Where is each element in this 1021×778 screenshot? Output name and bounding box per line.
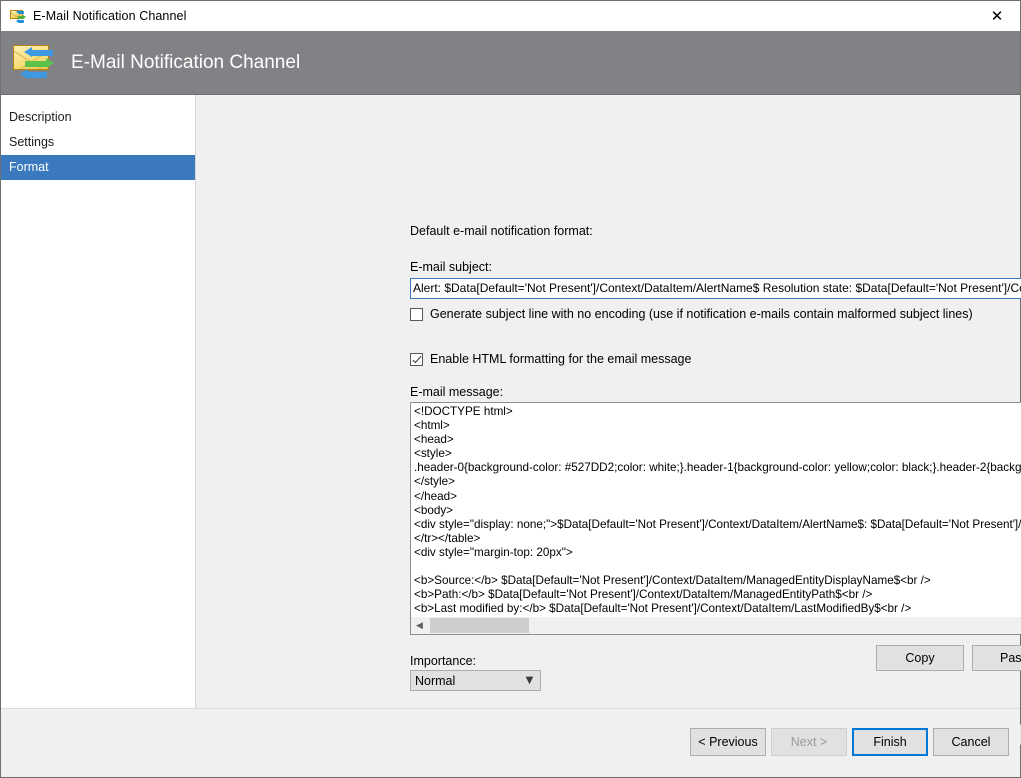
next-button: Next > [771, 728, 847, 756]
title-bar: E-Mail Notification Channel ✕ [1, 1, 1020, 31]
enable-html-formatting-checkbox-label: Enable HTML formatting for the email mes… [430, 352, 691, 366]
copy-button[interactable]: Copy [876, 645, 964, 671]
sidebar-item-settings[interactable]: Settings [1, 130, 195, 155]
body-area: Description Settings Format Default e-ma… [1, 95, 1020, 708]
checkbox-box [410, 308, 423, 321]
checkbox-box [410, 353, 423, 366]
previous-button[interactable]: < Previous [690, 728, 766, 756]
email-exchange-icon [13, 41, 59, 85]
sidebar-item-format[interactable]: Format [1, 155, 195, 180]
importance-value: Normal [411, 674, 521, 688]
importance-label: Importance: [410, 654, 476, 668]
email-message-text[interactable]: <!DOCTYPE html> <html> <head> <style> .h… [414, 405, 1021, 615]
importance-select[interactable]: Normal ▼ [410, 670, 541, 691]
no-encoding-checkbox[interactable]: Generate subject line with no encoding (… [410, 307, 973, 321]
chevron-down-icon: ▼ [521, 675, 538, 686]
email-subject-input[interactable]: Alert: $Data[Default='Not Present']/Cont… [410, 278, 1021, 299]
horizontal-scroll-thumb[interactable] [430, 618, 529, 633]
sidebar-item-description[interactable]: Description [1, 105, 195, 130]
header-band: E-Mail Notification Channel [1, 31, 1020, 95]
wizard-sidebar: Description Settings Format [1, 95, 196, 708]
scroll-left-icon[interactable]: ◀ [411, 617, 428, 634]
format-panel: Default e-mail notification format: E-ma… [196, 95, 1020, 708]
section-label: Default e-mail notification format: [410, 224, 593, 238]
email-subject-label: E-mail subject: [410, 260, 492, 274]
enable-html-formatting-checkbox[interactable]: Enable HTML formatting for the email mes… [410, 352, 691, 366]
email-message-editor[interactable]: <!DOCTYPE html> <html> <head> <style> .h… [410, 402, 1021, 635]
cancel-button[interactable]: Cancel [933, 728, 1009, 756]
wizard-footer: < Previous Next > Finish Cancel [1, 708, 1020, 777]
paste-button[interactable]: Paste [972, 645, 1021, 671]
window-title: E-Mail Notification Channel [33, 9, 186, 23]
message-horizontal-scrollbar[interactable]: ◀ ▶ [411, 617, 1021, 634]
page-title: E-Mail Notification Channel [71, 52, 300, 74]
finish-button[interactable]: Finish [852, 728, 928, 756]
close-icon[interactable]: ✕ [974, 1, 1020, 31]
email-message-label: E-mail message: [410, 385, 503, 399]
email-notification-channel-window: E-Mail Notification Channel ✕ E-Mail Not… [0, 0, 1021, 778]
email-notification-icon [10, 8, 26, 24]
no-encoding-checkbox-label: Generate subject line with no encoding (… [430, 307, 973, 321]
